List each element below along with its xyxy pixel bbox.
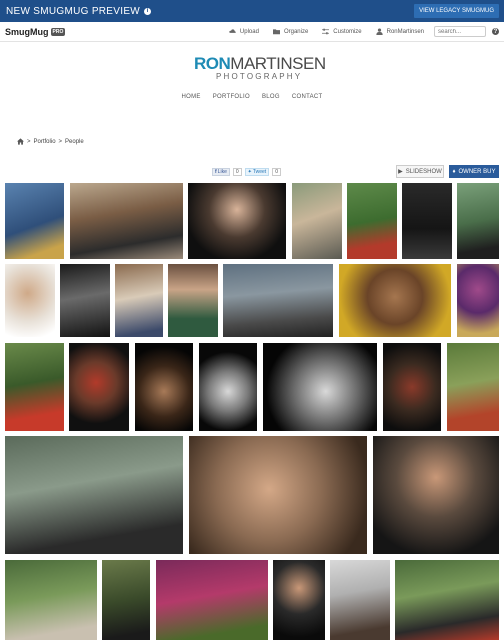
site-logo-martinsen: MARTINSEN	[230, 54, 326, 73]
view-legacy-button[interactable]: VIEW LEGACY SMUGMUG	[414, 4, 499, 18]
gallery-photo[interactable]	[115, 264, 163, 337]
gallery-photo[interactable]	[70, 183, 183, 259]
gallery-photo[interactable]	[339, 264, 451, 337]
tag-icon: ♦	[452, 168, 456, 175]
folder-icon	[272, 29, 280, 35]
gallery-photo[interactable]	[188, 183, 286, 259]
organize-label: Organize	[283, 28, 309, 35]
breadcrumb-portfolio[interactable]: Portfolio	[34, 139, 56, 145]
gallery-photo[interactable]	[292, 183, 342, 259]
gallery-photo[interactable]	[5, 436, 183, 554]
owner-buy-button[interactable]: ♦ OWNER BUY	[449, 165, 499, 178]
breadcrumb-current: People	[65, 138, 84, 145]
facebook-like-button[interactable]: f Like	[212, 168, 230, 176]
sliders-icon	[322, 28, 330, 35]
user-name: RonMartinsen	[386, 28, 424, 35]
nav-portfolio[interactable]: PORTFOLIO	[213, 94, 250, 100]
gallery-photo[interactable]	[5, 264, 55, 337]
slideshow-label: SLIDESHOW	[405, 168, 442, 175]
customize-label: Customize	[333, 28, 362, 35]
tweet-label: Tweet	[252, 169, 267, 175]
home-icon[interactable]	[17, 138, 24, 145]
owner-buy-label: OWNER BUY	[458, 168, 496, 175]
social-buttons: f Like 0 ✦ Tweet 0	[212, 168, 281, 176]
slideshow-button[interactable]: ▶ SLIDESHOW	[396, 165, 444, 178]
gallery-photo[interactable]	[5, 183, 64, 259]
pro-badge: PRO	[50, 27, 66, 36]
tweet-count: 0	[272, 168, 281, 176]
organize-button[interactable]: Organize	[272, 28, 309, 35]
preview-title: NEW SMUGMUG PREVIEW i	[6, 5, 152, 17]
breadcrumb: > Portfolio > People	[17, 138, 84, 145]
nav-contact[interactable]: CONTACT	[292, 94, 323, 100]
gallery-photo[interactable]	[273, 560, 325, 640]
gallery-photo[interactable]	[135, 343, 193, 431]
nav-home[interactable]: HOME	[182, 94, 201, 100]
preview-title-text: NEW SMUGMUG PREVIEW	[6, 5, 141, 17]
gallery-photo[interactable]	[223, 264, 333, 337]
gallery-photo[interactable]	[69, 343, 129, 431]
gallery-photo[interactable]	[383, 343, 441, 431]
customize-button[interactable]: Customize	[322, 28, 362, 35]
site-logo-name: RONMARTINSEN	[194, 54, 326, 73]
gallery-photo[interactable]	[189, 436, 367, 554]
info-icon[interactable]: i	[144, 7, 152, 15]
like-label: Like	[217, 169, 227, 175]
upload-label: Upload	[239, 28, 259, 35]
gallery-photo[interactable]	[60, 264, 110, 337]
gallery-photo[interactable]	[168, 264, 218, 337]
twitter-bird-icon: ✦	[247, 169, 252, 175]
smugmug-logo-text: SmugMug	[5, 26, 49, 37]
gallery-photo[interactable]	[102, 560, 150, 640]
gallery-photo[interactable]	[373, 436, 499, 554]
preview-bar: NEW SMUGMUG PREVIEW i VIEW LEGACY SMUGMU…	[0, 0, 504, 22]
cloud-upload-icon	[229, 29, 236, 33]
tweet-button[interactable]: ✦ Tweet	[244, 168, 270, 176]
site-logo-ron: RON	[194, 54, 231, 73]
gallery-photo[interactable]	[5, 560, 97, 640]
nav-blog[interactable]: BLOG	[262, 94, 280, 100]
site-nav: HOME PORTFOLIO BLOG CONTACT	[0, 94, 504, 100]
gallery-photo[interactable]	[199, 343, 257, 431]
gallery-photo[interactable]	[457, 183, 499, 259]
help-icon[interactable]: ?	[492, 28, 499, 35]
gallery-photo[interactable]	[457, 264, 499, 337]
gallery-photo[interactable]	[263, 343, 377, 431]
search-input[interactable]	[434, 26, 486, 37]
gallery-photo[interactable]	[330, 560, 390, 640]
site-logo[interactable]: RONMARTINSEN PHOTOGRAPHY	[194, 54, 326, 81]
breadcrumb-separator: >	[58, 138, 63, 145]
user-icon	[375, 28, 383, 35]
breadcrumb-separator: >	[27, 138, 31, 145]
gallery-photo[interactable]	[347, 183, 397, 259]
upload-button[interactable]: Upload	[229, 28, 259, 35]
play-icon: ▶	[398, 169, 403, 175]
user-menu[interactable]: RonMartinsen	[375, 28, 424, 35]
smugmug-logo[interactable]: SmugMug PRO	[5, 26, 66, 37]
toolbar-tools: Upload Organize Customize RonMartinsen ?	[215, 26, 499, 37]
app-toolbar: SmugMug PRO Upload Organize Customize Ro…	[0, 22, 504, 42]
like-count: 0	[232, 168, 242, 176]
gallery-photo[interactable]	[395, 560, 499, 640]
gallery-photo[interactable]	[5, 343, 64, 431]
site-logo-sub: PHOTOGRAPHY	[216, 72, 303, 81]
gallery-photo[interactable]	[447, 343, 499, 431]
gallery-photo[interactable]	[402, 183, 452, 259]
gallery-photo[interactable]	[156, 560, 268, 640]
facebook-f-icon: f	[215, 169, 217, 175]
